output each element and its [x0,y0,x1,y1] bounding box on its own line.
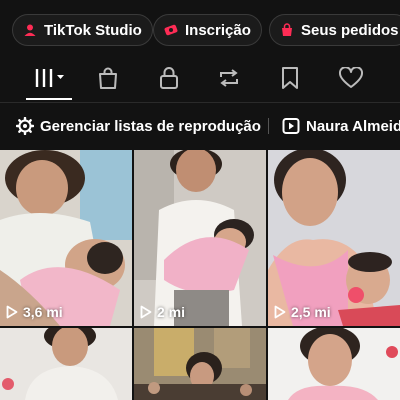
orders-chip[interactable]: Seus pedidos [269,14,400,46]
playlist-chip[interactable]: Naura Almeida [282,113,400,139]
thumbnail-image [0,150,132,326]
heart-icon [338,65,364,94]
chip-label: TikTok Studio [44,21,142,39]
video-thumbnail[interactable]: 2,5 mi [268,150,400,326]
tiktok-studio-chip[interactable]: TikTok Studio [12,14,153,46]
video-grid: 3,6 mi 2 mi 2,5 mi [0,150,400,400]
tab-shop[interactable] [88,62,128,98]
lock-icon [159,66,179,95]
bookmark-icon [281,66,299,95]
bag-icon [97,66,119,95]
thumbnail-image [268,328,400,400]
tab-liked[interactable] [331,62,371,98]
thumbnail-image [0,328,132,400]
view-count-label: 2 mi [157,304,186,320]
video-thumbnail[interactable] [134,328,266,400]
play-icon [6,305,18,319]
person-icon [23,23,37,37]
subscription-chip[interactable]: Inscrição [153,14,262,46]
subscription-icon [164,23,178,37]
video-thumbnail[interactable] [0,328,132,400]
video-thumbnail[interactable]: 3,6 mi [0,150,132,326]
play-icon [274,305,286,319]
playlist-label: Naura Almeida [306,117,400,135]
play-square-icon [282,117,300,135]
tab-private[interactable] [149,62,189,98]
view-count-label: 3,6 mi [23,304,63,320]
view-count: 3,6 mi [6,304,63,320]
view-count-label: 2,5 mi [291,304,331,320]
thumbnail-image [134,328,266,400]
manage-playlists-button[interactable]: Gerenciar listas de reprodução [16,113,261,139]
video-thumbnail[interactable] [268,328,400,400]
thumbnail-image [134,150,266,326]
active-tab-indicator [26,98,72,100]
view-count: 2 mi [140,304,185,320]
chip-label: Inscrição [185,21,251,39]
tab-saved[interactable] [270,62,310,98]
tab-reposts[interactable] [209,62,249,98]
divider [0,102,400,103]
shortcut-chips: TikTok Studio Inscrição Seus pedidos [12,14,400,48]
video-thumbnail[interactable]: 2 mi [134,150,266,326]
manage-playlists-label: Gerenciar listas de reprodução [40,117,261,135]
repost-icon [217,67,241,94]
bag-icon [280,23,294,37]
play-icon [140,305,152,319]
thumbnail-image [268,150,400,326]
view-count: 2,5 mi [274,304,331,320]
profile-tabs [0,62,400,102]
grid-icon [33,67,67,94]
chip-label: Seus pedidos [301,21,399,39]
tab-videos[interactable] [30,62,70,98]
gear-icon [16,117,34,135]
divider [268,118,269,134]
